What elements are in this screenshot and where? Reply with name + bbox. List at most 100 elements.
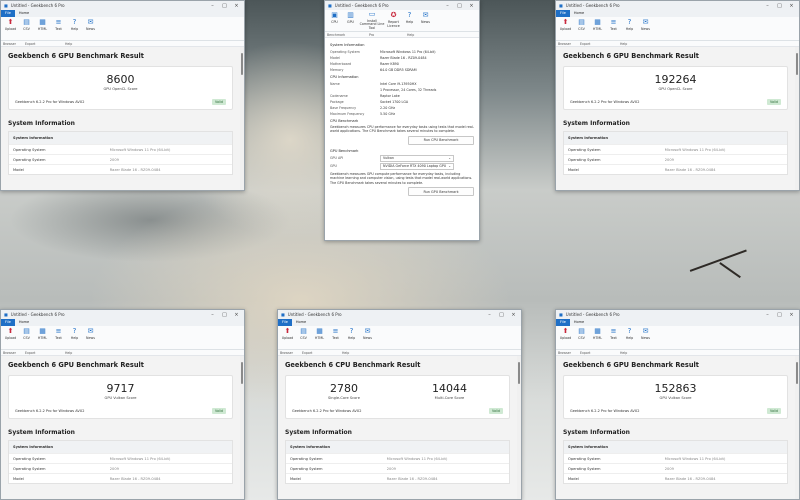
upload-button[interactable]: ⬆ Upload bbox=[558, 18, 573, 39]
tab-home[interactable]: Home bbox=[570, 319, 588, 326]
minimize-icon[interactable]: – bbox=[763, 312, 772, 318]
maximize-icon[interactable]: □ bbox=[497, 312, 506, 318]
csv-button[interactable]: ▤ CSV bbox=[574, 327, 589, 348]
scrollbar[interactable] bbox=[795, 47, 799, 190]
upload-button[interactable]: ⬆ Upload bbox=[3, 327, 18, 348]
table-row: Operating System 2009 bbox=[9, 154, 232, 164]
help-icon: ? bbox=[72, 326, 77, 335]
report-licence-button[interactable]: ✪ Report Licence bbox=[386, 11, 401, 30]
install-cli-button[interactable]: ▭ Install Command Line Tool bbox=[359, 10, 385, 30]
scrollbar-thumb[interactable] bbox=[796, 362, 798, 384]
scrollbar-thumb[interactable] bbox=[241, 53, 243, 75]
close-icon[interactable]: × bbox=[787, 3, 796, 9]
tab-home[interactable]: Home bbox=[570, 10, 588, 17]
table-row: Model Razer Blade 16 - RZ09-0484 bbox=[9, 473, 232, 483]
close-icon[interactable]: × bbox=[787, 312, 796, 318]
csv-button[interactable]: ▤ CSV bbox=[19, 18, 34, 39]
csv-button[interactable]: ▤ CSV bbox=[19, 327, 34, 348]
help-button[interactable]: ? Help bbox=[67, 18, 82, 39]
news-button[interactable]: ✉ News bbox=[638, 18, 653, 39]
text-label: Text bbox=[332, 336, 339, 340]
upload-button[interactable]: ⬆ Upload bbox=[280, 327, 295, 348]
csv-button[interactable]: ▤ CSV bbox=[574, 18, 589, 39]
run-gpu-benchmark-button[interactable]: Run GPU Benchmark bbox=[408, 187, 474, 197]
news-button[interactable]: ✉ News bbox=[83, 327, 98, 348]
scrollbar[interactable] bbox=[517, 356, 521, 499]
scrollbar[interactable] bbox=[240, 47, 244, 190]
scrollbar-thumb[interactable] bbox=[796, 53, 798, 75]
scrollbar[interactable] bbox=[795, 356, 799, 499]
upload-button[interactable]: ⬆ Upload bbox=[558, 327, 573, 348]
help-label: Help bbox=[70, 27, 79, 31]
window-title: Untitled - Geekbench 6 Pro bbox=[10, 3, 65, 8]
close-icon[interactable]: × bbox=[232, 312, 241, 318]
html-button[interactable]: ▦ HTML bbox=[35, 18, 50, 39]
maximize-icon[interactable]: □ bbox=[775, 3, 784, 9]
group-browser: Browser bbox=[558, 350, 571, 355]
title-bar[interactable]: ■ Untitled - Geekbench 6 Pro – □ × bbox=[556, 1, 799, 10]
text-button[interactable]: ≡ Text bbox=[606, 327, 621, 348]
help-button[interactable]: ? Help bbox=[622, 18, 637, 39]
ribbon: ⬆ Upload ▤ CSV ▦ HTML ≡ Text ? Help ✉ News bbox=[556, 17, 799, 41]
close-icon[interactable]: × bbox=[467, 3, 476, 9]
html-button[interactable]: ▦ HTML bbox=[312, 327, 327, 348]
title-bar[interactable]: ■ Untitled - Geekbench 6 Pro – □ × bbox=[325, 1, 479, 10]
tab-file[interactable]: File bbox=[278, 319, 292, 326]
maximize-icon[interactable]: □ bbox=[220, 312, 229, 318]
minimize-icon[interactable]: – bbox=[208, 3, 217, 9]
close-icon[interactable]: × bbox=[509, 312, 518, 318]
help-button[interactable]: ? Help bbox=[344, 327, 359, 348]
tab-home[interactable]: Home bbox=[15, 10, 33, 17]
row-value: 2009 bbox=[664, 466, 674, 471]
title-bar[interactable]: ■ Untitled - Geekbench 6 Pro – □ × bbox=[278, 310, 521, 319]
row-value: 2009 bbox=[109, 157, 119, 162]
minimize-icon[interactable]: – bbox=[763, 3, 772, 9]
table-header: System Information bbox=[286, 441, 509, 453]
tab-file[interactable]: File bbox=[1, 319, 15, 326]
news-button[interactable]: ✉ News bbox=[638, 327, 653, 348]
close-icon[interactable]: × bbox=[232, 3, 241, 9]
news-button[interactable]: ✉ News bbox=[83, 18, 98, 39]
minimize-icon[interactable]: – bbox=[443, 3, 452, 9]
table-header: System Information bbox=[564, 441, 787, 453]
info-key: Package bbox=[330, 100, 344, 104]
upload-button[interactable]: ⬆ Upload bbox=[3, 18, 18, 39]
tab-home[interactable]: Home bbox=[15, 319, 33, 326]
text-button[interactable]: ≡ Text bbox=[328, 327, 343, 348]
news-button[interactable]: ✉ News bbox=[418, 11, 433, 30]
group-export: Export bbox=[302, 350, 313, 355]
minimize-icon[interactable]: – bbox=[208, 312, 217, 318]
tab-file[interactable]: File bbox=[556, 10, 570, 17]
html-button[interactable]: ▦ HTML bbox=[35, 327, 50, 348]
maximize-icon[interactable]: □ bbox=[775, 312, 784, 318]
help-button[interactable]: ? Help bbox=[622, 327, 637, 348]
help-button[interactable]: ? Help bbox=[402, 11, 417, 30]
title-bar[interactable]: ■ Untitled - Geekbench 6 Pro – □ × bbox=[1, 1, 244, 10]
title-bar[interactable]: ■ Untitled - Geekbench 6 Pro – □ × bbox=[556, 310, 799, 319]
gpu-select[interactable]: GPU NVIDIA GeForce RTX 4090 Laptop GPU ⌄ bbox=[330, 162, 474, 170]
news-button[interactable]: ✉ News bbox=[360, 327, 375, 348]
tab-file[interactable]: File bbox=[1, 10, 15, 17]
tab-home[interactable]: Home bbox=[292, 319, 310, 326]
html-button[interactable]: ▦ HTML bbox=[590, 327, 605, 348]
maximize-icon[interactable]: □ bbox=[220, 3, 229, 9]
help-button[interactable]: ? Help bbox=[67, 327, 82, 348]
text-button[interactable]: ≡ Text bbox=[51, 18, 66, 39]
title-bar[interactable]: ■ Untitled - Geekbench 6 Pro – □ × bbox=[1, 310, 244, 319]
run-cpu-benchmark-button[interactable]: Run CPU Benchmark bbox=[408, 135, 474, 145]
cpu-button[interactable]: ▣ CPU bbox=[327, 11, 342, 30]
upload-label: Upload bbox=[4, 27, 17, 31]
scrollbar-thumb[interactable] bbox=[518, 362, 520, 384]
html-button[interactable]: ▦ HTML bbox=[590, 18, 605, 39]
maximize-icon[interactable]: □ bbox=[455, 3, 464, 9]
gpu-button[interactable]: ▥ GPU bbox=[343, 11, 358, 30]
gpu-opencl-result-window-1: ■ Untitled - Geekbench 6 Pro – □ × File … bbox=[0, 0, 245, 191]
minimize-icon[interactable]: – bbox=[485, 312, 494, 318]
gpu-api-select[interactable]: GPU API Vulkan ⌄ bbox=[330, 154, 474, 162]
scrollbar-thumb[interactable] bbox=[241, 362, 243, 384]
text-button[interactable]: ≡ Text bbox=[51, 327, 66, 348]
scrollbar[interactable] bbox=[240, 356, 244, 499]
csv-button[interactable]: ▤ CSV bbox=[296, 327, 311, 348]
tab-file[interactable]: File bbox=[556, 319, 570, 326]
text-button[interactable]: ≡ Text bbox=[606, 18, 621, 39]
